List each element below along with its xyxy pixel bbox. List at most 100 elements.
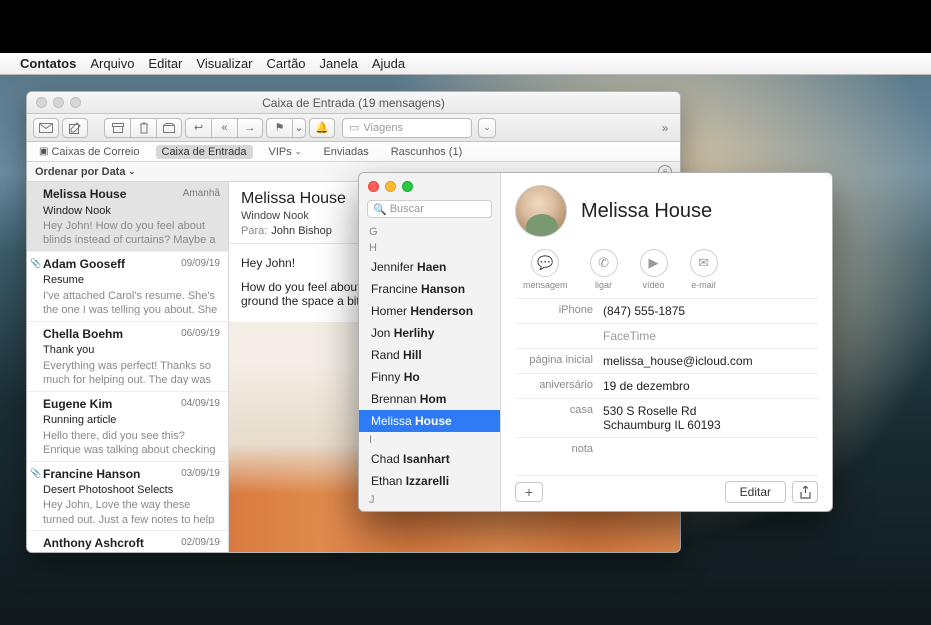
attachment-icon: 📎 (30, 468, 41, 480)
add-field-button[interactable]: + (515, 482, 543, 502)
system-menubar: Contatos Arquivo Editar Visualizar Cartã… (0, 53, 931, 75)
message-item[interactable]: 📎Francine Hanson03/09/19Desert Photoshoo… (27, 462, 228, 532)
menu-arquivo[interactable]: Arquivo (90, 56, 134, 71)
minimize-button[interactable] (385, 181, 396, 192)
field-phone-label: iPhone (515, 304, 603, 318)
chevron-down-icon: ⌄ (295, 147, 302, 156)
contacts-window: 🔍 Buscar G H Jennifer HaenFrancine Hanso… (358, 172, 833, 512)
contacts-list[interactable]: G H Jennifer HaenFrancine HansonHomer He… (359, 224, 500, 511)
contact-list-item[interactable]: Rand Hill (359, 344, 500, 366)
mailboxes-icon: ▣ (39, 146, 48, 157)
field-homepage-value[interactable]: melissa_house@icloud.com (603, 354, 818, 368)
field-facetime-value[interactable]: FaceTime (603, 329, 818, 343)
mail-search-field[interactable]: ▭ Viagens (342, 118, 472, 138)
reply-all-button[interactable]: « (211, 118, 237, 138)
section-letter-g: G (359, 224, 500, 240)
field-birthday-value: 19 de dezembro (603, 379, 818, 393)
menu-visualizar[interactable]: Visualizar (196, 56, 252, 71)
field-address-value[interactable]: 530 S Roselle RdSchaumburg IL 60193 (603, 404, 818, 432)
delete-button[interactable] (130, 118, 156, 138)
mail-icon: ✉ (690, 249, 718, 277)
contact-card: Melissa House 💬mensagem ✆ligar ▶vídeo ✉e… (501, 173, 832, 511)
search-scope-dropdown[interactable]: ⌄ (478, 118, 496, 138)
field-homepage-label: página inicial (515, 354, 603, 368)
action-call[interactable]: ✆ligar (590, 249, 618, 290)
fav-inbox[interactable]: Caixa de Entrada (156, 145, 253, 159)
get-mail-button[interactable] (33, 118, 59, 138)
field-phone-value[interactable]: (847) 555-1875 (603, 304, 818, 318)
zoom-button[interactable] (402, 181, 413, 192)
viewer-to-value[interactable]: John Bishop (271, 225, 332, 237)
action-message[interactable]: 💬mensagem (523, 249, 568, 290)
message-item[interactable]: Anthony Ashcroft02/09/19AppointmentYour … (27, 531, 228, 552)
message-list[interactable]: Melissa HouseAmanhãWindow NookHey John! … (27, 182, 229, 552)
message-item[interactable]: Chella Boehm06/09/19Thank youEverything … (27, 322, 228, 392)
reply-button[interactable]: ↩ (185, 118, 211, 138)
contact-list-item[interactable]: Jennifer Haen (359, 256, 500, 278)
fav-mailboxes[interactable]: ▣Caixas de Correio (33, 145, 146, 159)
contact-list-item[interactable]: Melissa House (359, 410, 500, 432)
fav-vips[interactable]: VIPs ⌄ (263, 145, 308, 159)
contact-list-item[interactable]: Finny Ho (359, 366, 500, 388)
contact-list-item[interactable]: Francine Hanson (359, 278, 500, 300)
field-birthday-label: aniversário (515, 379, 603, 393)
phone-icon: ✆ (590, 249, 618, 277)
contact-list-item[interactable]: Homer Henderson (359, 300, 500, 322)
flag-button[interactable]: ⚑ (266, 118, 292, 138)
share-button[interactable] (792, 481, 818, 503)
field-note-label: nota (515, 443, 603, 455)
contact-name: Melissa House (581, 200, 712, 223)
forward-button[interactable]: → (237, 118, 263, 138)
message-item[interactable]: 📎Adam Gooseff09/09/19ResumeI've attached… (27, 252, 228, 322)
move-icon: ▭ (349, 121, 359, 134)
contact-list-item[interactable]: Raffi Jilizian (359, 508, 500, 511)
action-mail[interactable]: ✉e-mail (690, 249, 718, 290)
contact-list-item[interactable]: Brennan Hom (359, 388, 500, 410)
contacts-sidebar: 🔍 Buscar G H Jennifer HaenFrancine Hanso… (359, 173, 501, 511)
toolbar-overflow[interactable]: » (656, 118, 674, 138)
action-video[interactable]: ▶vídeo (640, 249, 668, 290)
section-letter-j: J (359, 492, 500, 508)
edit-button[interactable]: Editar (725, 481, 786, 503)
contacts-search-field[interactable]: 🔍 Buscar (367, 200, 492, 218)
flag-menu[interactable]: ⌄ (292, 118, 306, 138)
archive-button[interactable] (104, 118, 130, 138)
message-icon: 💬 (531, 249, 559, 277)
menu-janela[interactable]: Janela (320, 56, 358, 71)
section-letter-i: I (359, 432, 500, 448)
message-item[interactable]: Eugene Kim04/09/19Running articleHello t… (27, 392, 228, 462)
fav-sent[interactable]: Enviadas (317, 145, 374, 159)
chevron-down-icon: ⌄ (128, 167, 135, 176)
viewer-to-label: Para: (241, 225, 267, 237)
sort-button[interactable]: Ordenar por Data⌄ (35, 166, 135, 178)
avatar[interactable] (515, 185, 567, 237)
annotation-blackbar (0, 0, 931, 53)
desktop-wallpaper: Caixa de Entrada (19 mensagens) ↩ « → ⚑ … (0, 75, 931, 625)
field-address-label: casa (515, 404, 603, 432)
mail-toolbar: ↩ « → ⚑ ⌄ 🔔 ▭ Viagens ⌄ » (27, 114, 680, 142)
compose-button[interactable] (62, 118, 88, 138)
field-note-value[interactable] (603, 443, 818, 455)
menu-ajuda[interactable]: Ajuda (372, 56, 405, 71)
video-icon: ▶ (640, 249, 668, 277)
contact-list-item[interactable]: Jon Herlihy (359, 322, 500, 344)
contact-list-item[interactable]: Ethan Izzarelli (359, 470, 500, 492)
menu-editar[interactable]: Editar (148, 56, 182, 71)
fav-drafts[interactable]: Rascunhos (1) (385, 145, 469, 159)
search-icon: 🔍 (373, 203, 387, 216)
mail-search-placeholder: Viagens (363, 122, 403, 134)
section-letter-h: H (359, 240, 500, 256)
attachment-icon: 📎 (30, 258, 41, 270)
contact-list-item[interactable]: Chad Isanhart (359, 448, 500, 470)
message-item[interactable]: Melissa HouseAmanhãWindow NookHey John! … (27, 182, 228, 252)
mail-titlebar[interactable]: Caixa de Entrada (19 mensagens) (27, 92, 680, 114)
menubar-app-name[interactable]: Contatos (20, 56, 76, 71)
menu-cartao[interactable]: Cartão (267, 56, 306, 71)
mail-favorites-bar: ▣Caixas de Correio Caixa de Entrada VIPs… (27, 142, 680, 162)
mail-traffic-lights[interactable] (36, 97, 81, 108)
close-button[interactable] (368, 181, 379, 192)
mail-window-title: Caixa de Entrada (19 mensagens) (27, 96, 680, 110)
mute-button[interactable]: 🔔 (309, 118, 335, 138)
contacts-traffic-lights[interactable] (359, 173, 500, 198)
junk-button[interactable] (156, 118, 182, 138)
